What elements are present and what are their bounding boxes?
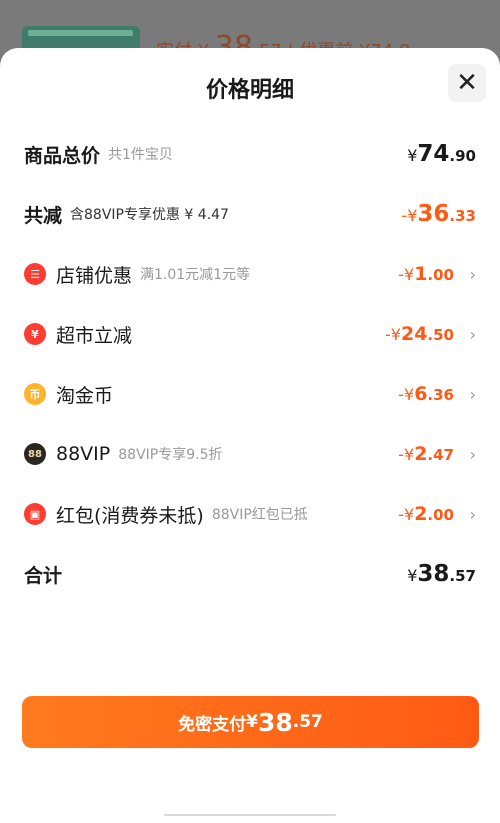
row-sum: 合计 ¥38.57 — [24, 554, 476, 594]
close-icon: ✕ — [456, 68, 478, 98]
goods-count: 共1件宝贝 — [108, 147, 173, 163]
row-coin-discount[interactable]: 币 淘金币 -¥ 6.36 › — [24, 374, 476, 414]
red-envelope-label: 红包(消费券未抵) — [56, 504, 204, 527]
total-reduction-amount: -¥ 36.33 — [401, 201, 476, 227]
vip-discount-label: 88VIP — [56, 443, 111, 465]
row-goods-total: 商品总价 共1件宝贝 ¥74.90 — [24, 134, 476, 174]
market-discount-label: 超市立减 — [56, 324, 133, 347]
red-envelope-amount: -¥ 2.00 — [398, 503, 454, 525]
vip-discount-note: 88VIP专享9.5折 — [118, 447, 223, 463]
vip-discount-note: 含88VIP专享优惠 ¥ 4.47 — [70, 207, 229, 223]
chevron-right-icon: › — [469, 384, 476, 404]
market-discount-amount: -¥ 24.50 — [385, 323, 454, 345]
chevron-right-icon: › — [469, 504, 476, 524]
shop-discount-note: 满1.01元减1元等 — [140, 267, 251, 283]
total-reduction-label: 共减 — [24, 204, 63, 227]
sum-label: 合计 — [24, 564, 63, 587]
vip-88-icon: 88 — [24, 443, 46, 465]
row-total-reduction: 共减 含88VIP专享优惠 ¥ 4.47 -¥ 36.33 — [24, 194, 476, 234]
coin-discount-label: 淘金币 — [56, 384, 114, 407]
row-red-envelope[interactable]: ▣ 红包(消费券未抵) 88VIP红包已抵 -¥ 2.00 › — [24, 494, 476, 534]
vip-discount-amount: -¥ 2.47 — [398, 443, 454, 465]
close-button[interactable]: ✕ — [448, 64, 486, 102]
yen-badge-icon: ¥ — [24, 323, 46, 345]
row-market-discount[interactable]: ¥ 超市立减 -¥ 24.50 › — [24, 314, 476, 354]
shop-icon: ☰ — [24, 263, 46, 285]
chevron-right-icon: › — [469, 264, 476, 284]
goods-total-label: 商品总价 — [24, 144, 101, 167]
chevron-right-icon: › — [469, 324, 476, 344]
coin-discount-amount: -¥ 6.36 — [398, 383, 454, 405]
home-indicator — [164, 814, 336, 816]
shop-discount-label: 店铺优惠 — [56, 264, 133, 287]
row-vip-discount[interactable]: 88 88VIP 88VIP专享9.5折 -¥ 2.47 › — [24, 434, 476, 474]
red-envelope-note: 88VIP红包已抵 — [211, 507, 308, 523]
goods-total-amount: ¥74.90 — [407, 141, 476, 167]
chevron-right-icon: › — [469, 444, 476, 464]
row-shop-discount[interactable]: ☰ 店铺优惠 满1.01元减1元等 -¥ 1.00 › — [24, 254, 476, 294]
password-free-pay-button[interactable]: 免密支付 ¥ 38 .57 — [22, 696, 479, 748]
sheet-title: 价格明细 — [205, 78, 294, 103]
shop-discount-amount: -¥ 1.00 — [398, 263, 454, 285]
coin-icon: 币 — [24, 383, 46, 405]
red-envelope-icon: ▣ — [24, 503, 46, 525]
sum-amount: ¥38.57 — [407, 561, 476, 587]
